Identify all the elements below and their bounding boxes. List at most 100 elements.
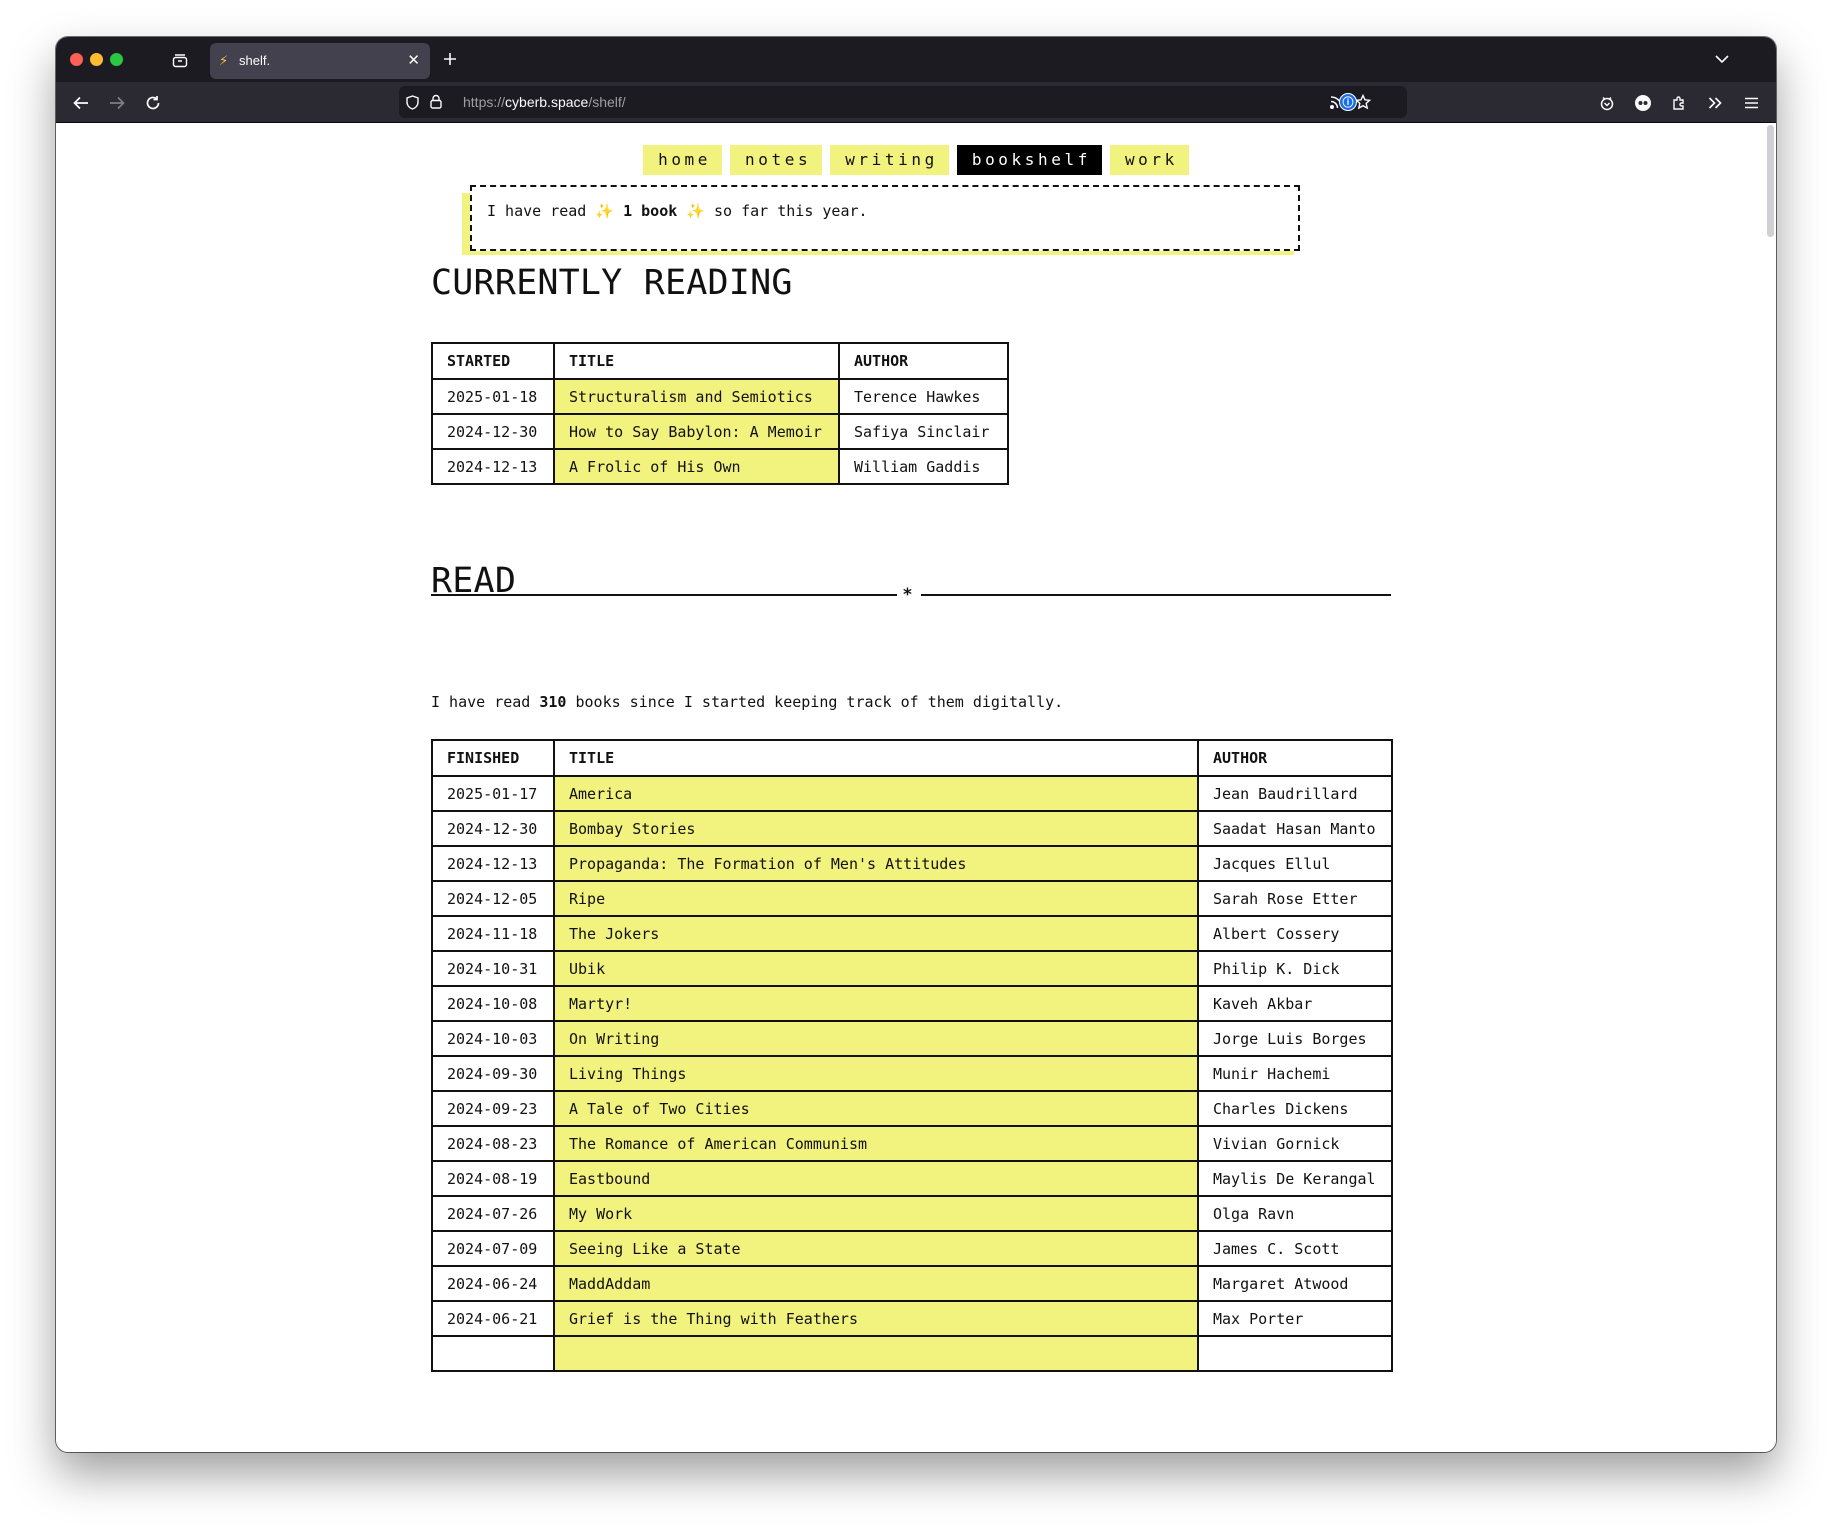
table-row: 2024-07-09 Seeing Like a State James C. Sc… bbox=[431, 1230, 1393, 1267]
table-row: 2024-09-30 Living Things Munir Hachemi bbox=[431, 1055, 1393, 1092]
author-cell: Sarah Rose Etter bbox=[1197, 880, 1393, 917]
book-title-cell[interactable]: My Work bbox=[553, 1195, 1199, 1232]
date-cell: 2024-10-03 bbox=[431, 1020, 555, 1057]
url-text[interactable]: https://cyberb.space/shelf/ bbox=[463, 94, 626, 110]
address-bar[interactable]: https://cyberb.space/shelf/ bbox=[399, 86, 1407, 118]
reload-icon[interactable] bbox=[142, 92, 164, 114]
column-header-started: STARTED bbox=[431, 342, 555, 380]
book-title-cell[interactable]: Ubik bbox=[553, 950, 1199, 987]
table-row: 2024-06-21 Grief is the Thing with Feathe… bbox=[431, 1300, 1393, 1337]
read-heading: READ bbox=[431, 561, 517, 601]
page-viewport[interactable]: home notes writing bookshelf work I have rea… bbox=[56, 123, 1776, 1452]
column-header-author: AUTHOR bbox=[1197, 739, 1393, 777]
table-row: 2025-01-18 Structuralism and Semiotics Ter… bbox=[431, 378, 1009, 415]
maximize-window-button[interactable] bbox=[110, 53, 123, 66]
date-cell: 2024-10-31 bbox=[431, 950, 555, 987]
tab-strip: ⚡ shelf. ✕ bbox=[56, 37, 1776, 82]
date-cell: 2024-07-26 bbox=[431, 1195, 555, 1232]
navigation-toolbar: https://cyberb.space/shelf/ ⓘ bbox=[56, 82, 1776, 123]
back-arrow-icon[interactable] bbox=[70, 92, 92, 114]
date-cell: 2024-09-23 bbox=[431, 1090, 555, 1127]
nav-link-work[interactable]: work bbox=[1109, 145, 1189, 175]
minimize-window-button[interactable] bbox=[90, 53, 103, 66]
date-cell: 2024-06-24 bbox=[431, 1265, 555, 1302]
notice-prefix: I have read bbox=[487, 202, 587, 220]
hamburger-menu-icon[interactable] bbox=[1740, 92, 1762, 114]
notice-box: I have read ✨ 1 book ✨ so far this year. bbox=[470, 185, 1300, 251]
book-title-cell[interactable]: On Writing bbox=[553, 1020, 1199, 1057]
author-cell: Margaret Atwood bbox=[1197, 1265, 1393, 1302]
author-cell: Jean Baudrillard bbox=[1197, 775, 1393, 812]
sparkles-icon: ✨ bbox=[686, 202, 705, 220]
nav-link-home[interactable]: home bbox=[643, 145, 723, 175]
table-row: 2024-09-23 A Tale of Two Cities Charles Di… bbox=[431, 1090, 1393, 1127]
pocket-extension-icon[interactable] bbox=[1596, 92, 1618, 114]
table-row: 2024-12-30 How to Say Babylon: A Memoir Sa… bbox=[431, 413, 1009, 450]
lightning-icon: ⚡ bbox=[219, 51, 229, 69]
new-tab-icon[interactable] bbox=[439, 48, 461, 70]
table-row: 2024-10-08 Martyr! Kaveh Akbar bbox=[431, 985, 1393, 1022]
author-cell: Munir Hachemi bbox=[1197, 1055, 1393, 1092]
date-cell: 2024-06-21 bbox=[431, 1300, 555, 1337]
overflow-chevrons-icon[interactable] bbox=[1704, 92, 1726, 114]
book-title-cell[interactable]: Ripe bbox=[553, 880, 1199, 917]
close-window-button[interactable] bbox=[70, 53, 83, 66]
close-tab-icon[interactable]: ✕ bbox=[407, 51, 420, 69]
book-title-cell[interactable]: MaddAddam bbox=[553, 1265, 1199, 1302]
nav-link-bookshelf[interactable]: bookshelf bbox=[956, 145, 1102, 175]
book-title-cell[interactable]: How to Say Babylon: A Memoir bbox=[553, 413, 840, 450]
author-cell: Vivian Gornick bbox=[1197, 1125, 1393, 1162]
tab-shelf[interactable]: ⚡ shelf. ✕ bbox=[210, 43, 430, 79]
book-title-cell[interactable]: Bombay Stories bbox=[553, 810, 1199, 847]
browser-window: ⚡ shelf. ✕ https://cyberb.space/shelf/ ⓘ… bbox=[56, 37, 1776, 1452]
author-cell: Terence Hawkes bbox=[838, 378, 1009, 415]
currently-reading-heading: CURRENTLY READING bbox=[431, 263, 793, 303]
table-row: 2024-08-19 Eastbound Maylis De Kerangal bbox=[431, 1160, 1393, 1197]
book-title-cell[interactable]: Seeing Like a State bbox=[553, 1230, 1199, 1267]
date-cell: 2024-08-19 bbox=[431, 1160, 555, 1197]
book-title-cell[interactable]: The Romance of American Communism bbox=[553, 1125, 1199, 1162]
forward-arrow-icon[interactable] bbox=[106, 92, 128, 114]
scrollbar-thumb[interactable] bbox=[1767, 125, 1774, 237]
author-cell: Maylis De Kerangal bbox=[1197, 1160, 1393, 1197]
book-title-cell[interactable]: Grief is the Thing with Feathers bbox=[553, 1300, 1199, 1337]
book-title-cell[interactable]: The Jokers bbox=[553, 915, 1199, 952]
table-row: 2024-08-23 The Romance of American Commun… bbox=[431, 1125, 1393, 1162]
lock-icon[interactable] bbox=[427, 92, 445, 110]
read-table: FINISHED TITLE AUTHOR 2025-01-17 America Jea… bbox=[431, 739, 1393, 1372]
table-row: 2024-10-31 Ubik Philip K. Dick bbox=[431, 950, 1393, 987]
author-cell: Albert Cossery bbox=[1197, 915, 1393, 952]
column-header-title: TITLE bbox=[553, 342, 840, 380]
author-cell: Jorge Luis Borges bbox=[1197, 1020, 1393, 1057]
column-header-title: TITLE bbox=[553, 739, 1199, 777]
asterisk-icon: * bbox=[903, 585, 912, 605]
author-cell: Max Porter bbox=[1197, 1300, 1393, 1337]
book-title-cell[interactable]: A Frolic of His Own bbox=[553, 448, 840, 485]
tab-overview-icon[interactable] bbox=[170, 50, 190, 70]
date-cell: 2024-12-05 bbox=[431, 880, 555, 917]
book-title-cell[interactable]: Propaganda: The Formation of Men's Attit… bbox=[553, 845, 1199, 882]
table-row: 2024-07-26 My Work Olga Ravn bbox=[431, 1195, 1393, 1232]
tracking-protection-shield-icon[interactable] bbox=[403, 93, 421, 111]
date-cell: 2024-12-13 bbox=[431, 448, 555, 485]
extensions-puzzle-icon[interactable] bbox=[1668, 92, 1690, 114]
author-cell: Charles Dickens bbox=[1197, 1090, 1393, 1127]
book-title-cell[interactable]: Living Things bbox=[553, 1055, 1199, 1092]
book-title-cell[interactable]: Structuralism and Semiotics bbox=[553, 378, 840, 415]
nav-link-writing[interactable]: writing bbox=[830, 145, 949, 175]
nav-link-notes[interactable]: notes bbox=[730, 145, 823, 175]
tab-list-chevron-icon[interactable] bbox=[1712, 49, 1732, 69]
book-title-cell[interactable]: Eastbound bbox=[553, 1160, 1199, 1197]
book-title-cell[interactable]: A Tale of Two Cities bbox=[553, 1090, 1199, 1127]
book-title-cell[interactable]: Martyr! bbox=[553, 985, 1199, 1022]
url-host: cyberb.space bbox=[505, 94, 589, 110]
read-intro: I have read 310 books since I started ke… bbox=[431, 693, 1063, 711]
tab-title: shelf. bbox=[239, 53, 271, 68]
book-title-cell[interactable] bbox=[553, 1335, 1199, 1372]
sparkles-icon: ✨ bbox=[595, 202, 615, 220]
password-manager-extension-icon[interactable]: ⓘ bbox=[1339, 93, 1357, 111]
author-cell: Saadat Hasan Manto bbox=[1197, 810, 1393, 847]
book-title-cell[interactable]: America bbox=[553, 775, 1199, 812]
date-cell: 2024-09-30 bbox=[431, 1055, 555, 1092]
account-extension-icon[interactable] bbox=[1632, 92, 1654, 114]
